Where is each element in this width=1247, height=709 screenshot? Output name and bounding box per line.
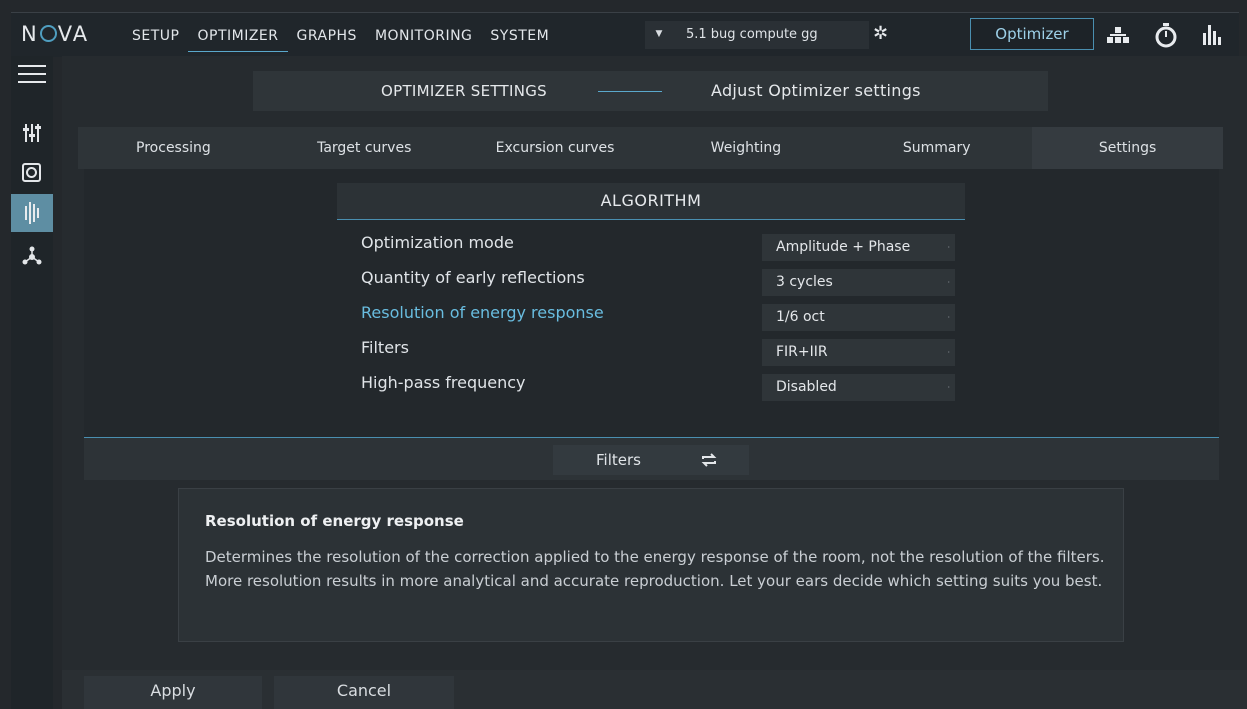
left-sidebar — [11, 56, 53, 709]
optimizer-tabs: Processing Target curves Excursion curve… — [78, 127, 1223, 169]
setting-label: High-pass frequency — [361, 373, 526, 392]
speaker-icon — [22, 163, 41, 182]
top-bar: N VA SETUP OPTIMIZER GRAPHS MONITORING SY… — [11, 12, 1239, 57]
chevron-down-icon: · — [947, 243, 950, 252]
stopwatch-icon — [1155, 23, 1177, 48]
nav-monitoring[interactable]: MONITORING — [366, 25, 481, 51]
select-value: 3 cycles — [776, 274, 833, 290]
levels-button[interactable] — [1197, 21, 1227, 49]
cancel-button[interactable]: Cancel — [274, 676, 454, 709]
chevron-down-icon: · — [947, 383, 950, 392]
tab-settings[interactable]: Settings — [1032, 127, 1223, 169]
setting-row-high-pass: High-pass frequency Disabled · — [361, 371, 955, 401]
sidebar-item-processing[interactable] — [11, 116, 53, 150]
select-value: 1/6 oct — [776, 309, 825, 325]
select-value: Disabled — [776, 379, 837, 395]
caret-down-icon: ▼ — [655, 29, 663, 39]
refresh-icon — [701, 453, 717, 467]
nova-logo: N VA — [21, 22, 90, 46]
early-reflections-select[interactable]: 3 cycles · — [762, 269, 955, 296]
nav-system[interactable]: SYSTEM — [481, 25, 558, 51]
network-button[interactable] — [1103, 21, 1133, 49]
page-header: OPTIMIZER SETTINGS Adjust Optimizer sett… — [253, 71, 1048, 111]
preset-settings-button[interactable]: ✲ — [873, 21, 903, 49]
help-description-box: Resolution of energy response Determines… — [178, 488, 1124, 642]
filters-toggle-button[interactable]: Filters — [553, 445, 749, 475]
high-pass-select[interactable]: Disabled · — [762, 374, 955, 401]
gear-icon: ✲ — [873, 23, 889, 44]
stopwatch-button[interactable] — [1151, 21, 1181, 49]
setting-row-filters: Filters FIR+IIR · — [361, 336, 955, 366]
optimizer-mode-button[interactable]: Optimizer — [970, 18, 1094, 50]
setting-row-energy-resolution: Resolution of energy response 1/6 oct · — [361, 301, 955, 331]
preset-dropdown-button[interactable]: ▼ — [645, 21, 673, 49]
algorithm-section-title: ALGORITHM — [337, 183, 965, 220]
waveform-icon — [25, 202, 39, 224]
nav-optimizer[interactable]: OPTIMIZER — [188, 25, 288, 52]
tab-excursion-curves[interactable]: Excursion curves — [460, 127, 651, 169]
filters-label: Filters — [596, 451, 641, 469]
sliders-icon — [23, 124, 41, 142]
page-subtitle: Adjust Optimizer settings — [711, 81, 921, 100]
setting-label: Quantity of early reflections — [361, 268, 585, 287]
nav-setup[interactable]: SETUP — [123, 25, 188, 51]
network-node-icon — [22, 246, 42, 265]
select-value: FIR+IIR — [776, 344, 828, 360]
setting-row-early-reflections: Quantity of early reflections 3 cycles · — [361, 266, 955, 296]
help-title: Resolution of energy response — [205, 512, 464, 530]
setting-label: Resolution of energy response — [361, 303, 604, 322]
filters-select[interactable]: FIR+IIR · — [762, 339, 955, 366]
nav-graphs[interactable]: GRAPHS — [288, 25, 366, 51]
sidebar-item-network[interactable] — [11, 240, 53, 274]
tab-weighting[interactable]: Weighting — [650, 127, 841, 169]
setting-row-optimization-mode: Optimization mode Amplitude + Phase · — [361, 231, 955, 261]
sidebar-item-optimizer[interactable] — [11, 194, 53, 232]
main-nav: SETUP OPTIMIZER GRAPHS MONITORING SYSTEM — [123, 25, 558, 52]
help-text: Determines the resolution of the correct… — [205, 548, 1105, 590]
tab-summary[interactable]: Summary — [841, 127, 1032, 169]
network-icon — [1107, 27, 1129, 43]
preset-name-field[interactable]: 5.1 bug compute gg — [673, 21, 869, 49]
chevron-down-icon: · — [947, 348, 950, 357]
chevron-down-icon: · — [947, 313, 950, 322]
apply-button[interactable]: Apply — [84, 676, 262, 709]
setting-label: Filters — [361, 338, 409, 357]
filters-bar: Filters — [84, 437, 1219, 480]
chevron-down-icon: · — [947, 278, 950, 287]
optimization-mode-select[interactable]: Amplitude + Phase · — [762, 234, 955, 261]
bars-icon — [1203, 25, 1221, 45]
hamburger-menu-button[interactable] — [11, 56, 53, 92]
header-divider — [598, 91, 662, 92]
select-value: Amplitude + Phase — [776, 239, 911, 255]
sidebar-item-speakers[interactable] — [11, 156, 53, 190]
tab-target-curves[interactable]: Target curves — [269, 127, 460, 169]
energy-resolution-select[interactable]: 1/6 oct · — [762, 304, 955, 331]
setting-label: Optimization mode — [361, 233, 514, 252]
tab-processing[interactable]: Processing — [78, 127, 269, 169]
